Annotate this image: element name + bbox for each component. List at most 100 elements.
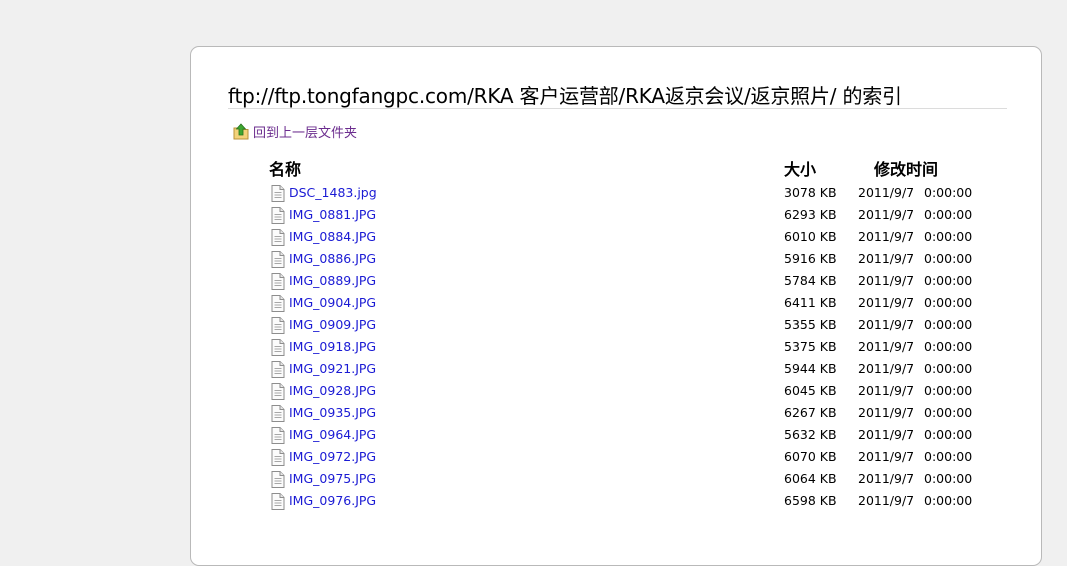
file-row: IMG_0972.JPG 6070 KB 2011/9/7 0:00:00 (269, 446, 1009, 468)
file-link[interactable]: IMG_0886.JPG (289, 248, 376, 270)
file-size: 6064 KB (784, 471, 837, 486)
file-date: 2011/9/7 (858, 471, 915, 486)
file-row: DSC_1483.jpg 3078 KB 2011/9/7 0:00:00 (269, 182, 1009, 204)
document-icon (271, 251, 285, 268)
file-row: IMG_0935.JPG 6267 KB 2011/9/7 0:00:00 (269, 402, 1009, 424)
file-link[interactable]: IMG_0921.JPG (289, 358, 376, 380)
file-time: 0:00:00 (924, 361, 973, 376)
file-row: IMG_0928.JPG 6045 KB 2011/9/7 0:00:00 (269, 380, 1009, 402)
file-date: 2011/9/7 (858, 361, 915, 376)
file-link[interactable]: IMG_0976.JPG (289, 490, 376, 512)
document-icon (271, 383, 285, 400)
page-title: ftp://ftp.tongfangpc.com/RKA 客户运营部/RKA返京… (228, 84, 902, 108)
file-link[interactable]: IMG_0884.JPG (289, 226, 376, 248)
file-link[interactable]: IMG_0972.JPG (289, 446, 376, 468)
file-row: IMG_0889.JPG 5784 KB 2011/9/7 0:00:00 (269, 270, 1009, 292)
parent-folder-link[interactable]: 回到上一层文件夹 (233, 121, 357, 141)
file-time: 0:00:00 (924, 207, 973, 222)
file-link[interactable]: IMG_0909.JPG (289, 314, 376, 336)
parent-folder-label: 回到上一层文件夹 (253, 125, 358, 141)
file-row: IMG_0881.JPG 6293 KB 2011/9/7 0:00:00 (269, 204, 1009, 226)
file-row: IMG_0976.JPG 6598 KB 2011/9/7 0:00:00 (269, 490, 1009, 512)
document-icon (271, 207, 285, 224)
file-time: 0:00:00 (924, 295, 973, 310)
file-time: 0:00:00 (924, 405, 973, 420)
file-row: IMG_0921.JPG 5944 KB 2011/9/7 0:00:00 (269, 358, 1009, 380)
file-date: 2011/9/7 (858, 383, 915, 398)
column-header-size: 大小 (784, 160, 817, 179)
document-icon (271, 427, 285, 444)
file-size: 6045 KB (784, 383, 837, 398)
document-icon (271, 449, 285, 466)
file-link[interactable]: IMG_0928.JPG (289, 380, 376, 402)
document-icon (271, 361, 285, 378)
file-time: 0:00:00 (924, 449, 973, 464)
file-date: 2011/9/7 (858, 185, 915, 200)
file-time: 0:00:00 (924, 493, 973, 508)
file-time: 0:00:00 (924, 471, 973, 486)
file-size: 6411 KB (784, 295, 837, 310)
file-size: 6070 KB (784, 449, 837, 464)
document-icon (271, 273, 285, 290)
file-time: 0:00:00 (924, 317, 973, 332)
file-date: 2011/9/7 (858, 493, 915, 508)
file-date: 2011/9/7 (858, 339, 915, 354)
file-time: 0:00:00 (924, 273, 973, 288)
file-size: 5375 KB (784, 339, 837, 354)
file-list: DSC_1483.jpg 3078 KB 2011/9/7 0:00:00 IM… (269, 182, 1009, 512)
file-time: 0:00:00 (924, 185, 973, 200)
file-link[interactable]: IMG_0975.JPG (289, 468, 376, 490)
file-size: 6010 KB (784, 229, 837, 244)
file-size: 6293 KB (784, 207, 837, 222)
file-size: 5944 KB (784, 361, 837, 376)
file-time: 0:00:00 (924, 383, 973, 398)
file-row: IMG_0904.JPG 6411 KB 2011/9/7 0:00:00 (269, 292, 1009, 314)
file-link[interactable]: DSC_1483.jpg (289, 182, 377, 204)
document-icon (271, 185, 285, 202)
document-icon (271, 229, 285, 246)
file-size: 3078 KB (784, 185, 837, 200)
document-icon (271, 471, 285, 488)
file-date: 2011/9/7 (858, 207, 915, 222)
document-icon (271, 405, 285, 422)
file-date: 2011/9/7 (858, 427, 915, 442)
file-row: IMG_0909.JPG 5355 KB 2011/9/7 0:00:00 (269, 314, 1009, 336)
file-link[interactable]: IMG_0904.JPG (289, 292, 376, 314)
file-link[interactable]: IMG_0964.JPG (289, 424, 376, 446)
file-size: 5355 KB (784, 317, 837, 332)
column-header-name: 名称 (269, 160, 302, 179)
folder-up-icon (233, 122, 249, 139)
file-time: 0:00:00 (924, 251, 973, 266)
file-size: 5632 KB (784, 427, 837, 442)
file-link[interactable]: IMG_0889.JPG (289, 270, 376, 292)
file-date: 2011/9/7 (858, 229, 915, 244)
file-row: IMG_0964.JPG 5632 KB 2011/9/7 0:00:00 (269, 424, 1009, 446)
file-time: 0:00:00 (924, 427, 973, 442)
title-divider (228, 108, 1007, 109)
file-time: 0:00:00 (924, 229, 973, 244)
file-row: IMG_0884.JPG 6010 KB 2011/9/7 0:00:00 (269, 226, 1009, 248)
document-icon (271, 493, 285, 510)
file-size: 6267 KB (784, 405, 837, 420)
file-size: 6598 KB (784, 493, 837, 508)
file-date: 2011/9/7 (858, 251, 915, 266)
file-link[interactable]: IMG_0881.JPG (289, 204, 376, 226)
file-size: 5784 KB (784, 273, 837, 288)
document-icon (271, 339, 285, 356)
file-date: 2011/9/7 (858, 317, 915, 332)
document-icon (271, 295, 285, 312)
file-date: 2011/9/7 (858, 405, 915, 420)
file-row: IMG_0918.JPG 5375 KB 2011/9/7 0:00:00 (269, 336, 1009, 358)
file-link[interactable]: IMG_0918.JPG (289, 336, 376, 358)
file-date: 2011/9/7 (858, 273, 915, 288)
column-header-modified: 修改时间 (874, 160, 939, 179)
document-icon (271, 317, 285, 334)
file-size: 5916 KB (784, 251, 837, 266)
file-link[interactable]: IMG_0935.JPG (289, 402, 376, 424)
file-date: 2011/9/7 (858, 295, 915, 310)
file-time: 0:00:00 (924, 339, 973, 354)
file-date: 2011/9/7 (858, 449, 915, 464)
file-row: IMG_0886.JPG 5916 KB 2011/9/7 0:00:00 (269, 248, 1009, 270)
file-row: IMG_0975.JPG 6064 KB 2011/9/7 0:00:00 (269, 468, 1009, 490)
directory-listing-card: ftp://ftp.tongfangpc.com/RKA 客户运营部/RKA返京… (190, 46, 1042, 566)
